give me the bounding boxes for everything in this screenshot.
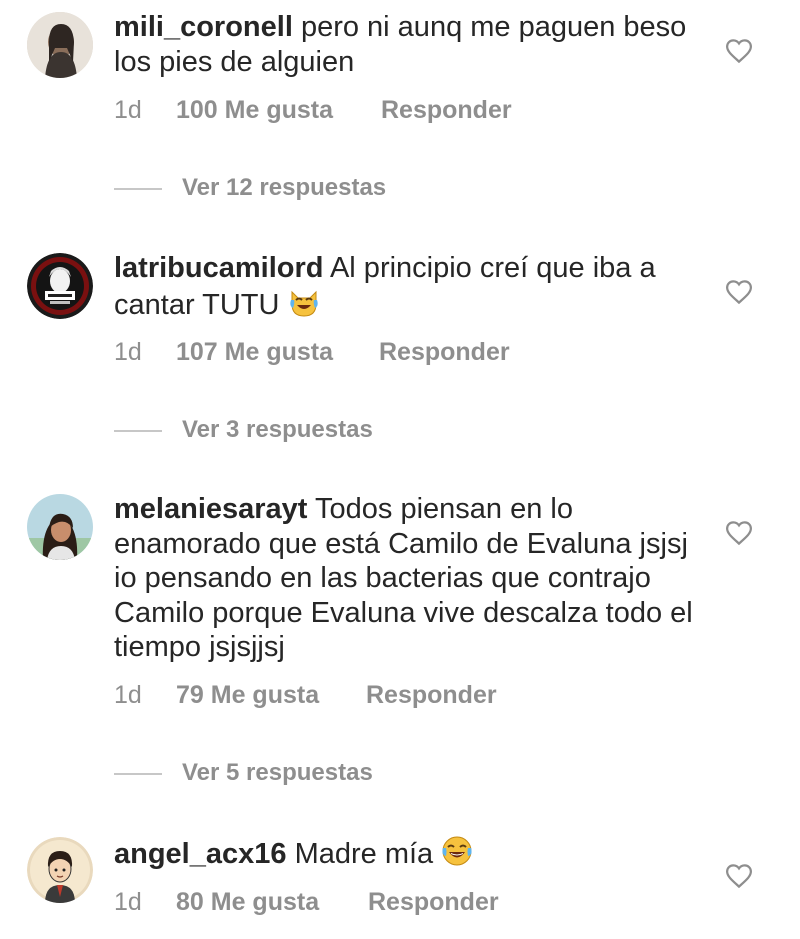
comment-meta: 1d 107 Me gusta Responder xyxy=(114,338,510,367)
avatar[interactable] xyxy=(27,837,93,903)
comment-text: Madre mía xyxy=(294,838,434,870)
comment-age: 1d xyxy=(114,338,142,366)
girl-photo-avatar-icon xyxy=(27,494,93,560)
cartoon-boy-avatar-icon xyxy=(27,837,93,903)
comment-age: 1d xyxy=(114,681,142,709)
comment-body: mili_coronell pero ni aunq me paguen bes… xyxy=(114,10,704,79)
heart-icon[interactable] xyxy=(724,36,754,66)
comment-age: 1d xyxy=(114,888,142,916)
comment-body: latribucamilord Al principio creí que ib… xyxy=(114,251,704,322)
divider-line xyxy=(114,772,162,775)
reply-button[interactable]: Responder xyxy=(381,96,512,125)
comment-username[interactable]: melaniesarayt xyxy=(114,493,307,525)
like-count[interactable]: 80 Me gusta xyxy=(176,888,368,917)
view-replies-button[interactable]: Ver 12 respuestas xyxy=(114,174,386,202)
comment-username[interactable]: mili_coronell xyxy=(114,11,293,43)
comment-meta: 1d 80 Me gusta Responder xyxy=(114,888,499,917)
avatar[interactable] xyxy=(27,253,93,319)
woman-photo-avatar-icon xyxy=(27,12,93,78)
view-replies-button[interactable]: Ver 5 respuestas xyxy=(114,759,373,787)
comment-username[interactable]: latribucamilord xyxy=(114,252,324,284)
reply-button[interactable]: Responder xyxy=(368,888,499,917)
view-replies-button[interactable]: Ver 3 respuestas xyxy=(114,416,373,444)
heart-icon[interactable] xyxy=(724,518,754,548)
view-replies-label: Ver 5 respuestas xyxy=(182,759,373,786)
view-replies-label: Ver 12 respuestas xyxy=(182,174,387,201)
avatar[interactable] xyxy=(27,494,93,560)
tribu-logo-avatar-icon xyxy=(27,253,93,319)
comment-body: angel_acx16 Madre mía xyxy=(114,835,704,872)
like-count[interactable]: 79 Me gusta xyxy=(176,681,366,710)
comment-age: 1d xyxy=(114,96,142,124)
heart-icon[interactable] xyxy=(724,861,754,891)
comment-username[interactable]: angel_acx16 xyxy=(114,838,287,870)
heart-icon[interactable] xyxy=(724,277,754,307)
crying-laughing-cat-emoji-icon xyxy=(289,290,318,317)
like-count[interactable]: 107 Me gusta xyxy=(176,338,379,367)
avatar[interactable] xyxy=(27,12,93,78)
divider-line xyxy=(114,429,162,432)
tears-of-joy-emoji-icon xyxy=(442,836,472,866)
view-replies-label: Ver 3 respuestas xyxy=(182,416,373,443)
like-count[interactable]: 100 Me gusta xyxy=(176,96,381,125)
reply-button[interactable]: Responder xyxy=(379,338,510,367)
comment-body: melaniesarayt Todos piensan en lo enamor… xyxy=(114,492,704,665)
divider-line xyxy=(114,187,162,190)
comment-meta: 1d 79 Me gusta Responder xyxy=(114,681,497,710)
reply-button[interactable]: Responder xyxy=(366,681,497,710)
comment-meta: 1d 100 Me gusta Responder xyxy=(114,96,512,125)
